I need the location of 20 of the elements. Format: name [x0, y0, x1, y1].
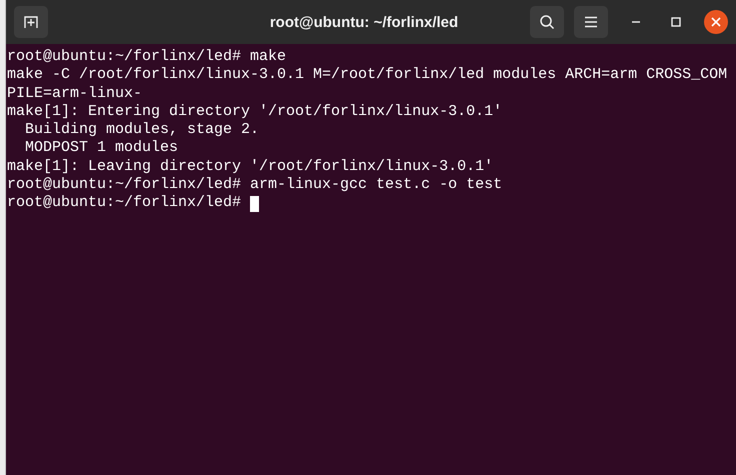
terminal-line: root@ubuntu:~/forlinx/led# arm-linux-gcc test.c -o test	[7, 176, 502, 194]
search-button[interactable]	[530, 6, 564, 38]
menu-icon	[584, 16, 598, 28]
maximize-icon	[671, 17, 681, 27]
terminal-line: PILE=arm-linux-	[7, 84, 142, 103]
terminal-line: make[1]: Entering directory '/root/forlinx/linux-3.0.1'	[7, 102, 502, 122]
new-tab-button[interactable]	[14, 6, 48, 38]
close-icon	[711, 17, 721, 27]
terminal-line: root@ubuntu:~/forlinx/led# make	[7, 48, 286, 66]
terminal-line: root@ubuntu:~/forlinx/led#	[7, 194, 242, 213]
terminal-line: make -C /root/forlinx/linux-3.0.1 M=/root/forlinx/led modules ARCH=arm CROSS_COM	[7, 66, 728, 85]
terminal-line: MODPOST 1 modules	[24, 139, 178, 158]
window-title: root@ubuntu: ~/forlinx/led	[268, 14, 460, 30]
terminal-line: Building modules, stage 2.	[24, 121, 260, 140]
close-button[interactable]	[704, 10, 728, 34]
new-tab-icon	[23, 14, 39, 30]
search-icon	[539, 14, 555, 30]
menu-button[interactable]	[574, 6, 608, 38]
minimize-icon	[631, 21, 641, 23]
terminal-line: make[1]: Leaving directory '/root/forlinx/linux-3.0.1'	[7, 158, 494, 176]
